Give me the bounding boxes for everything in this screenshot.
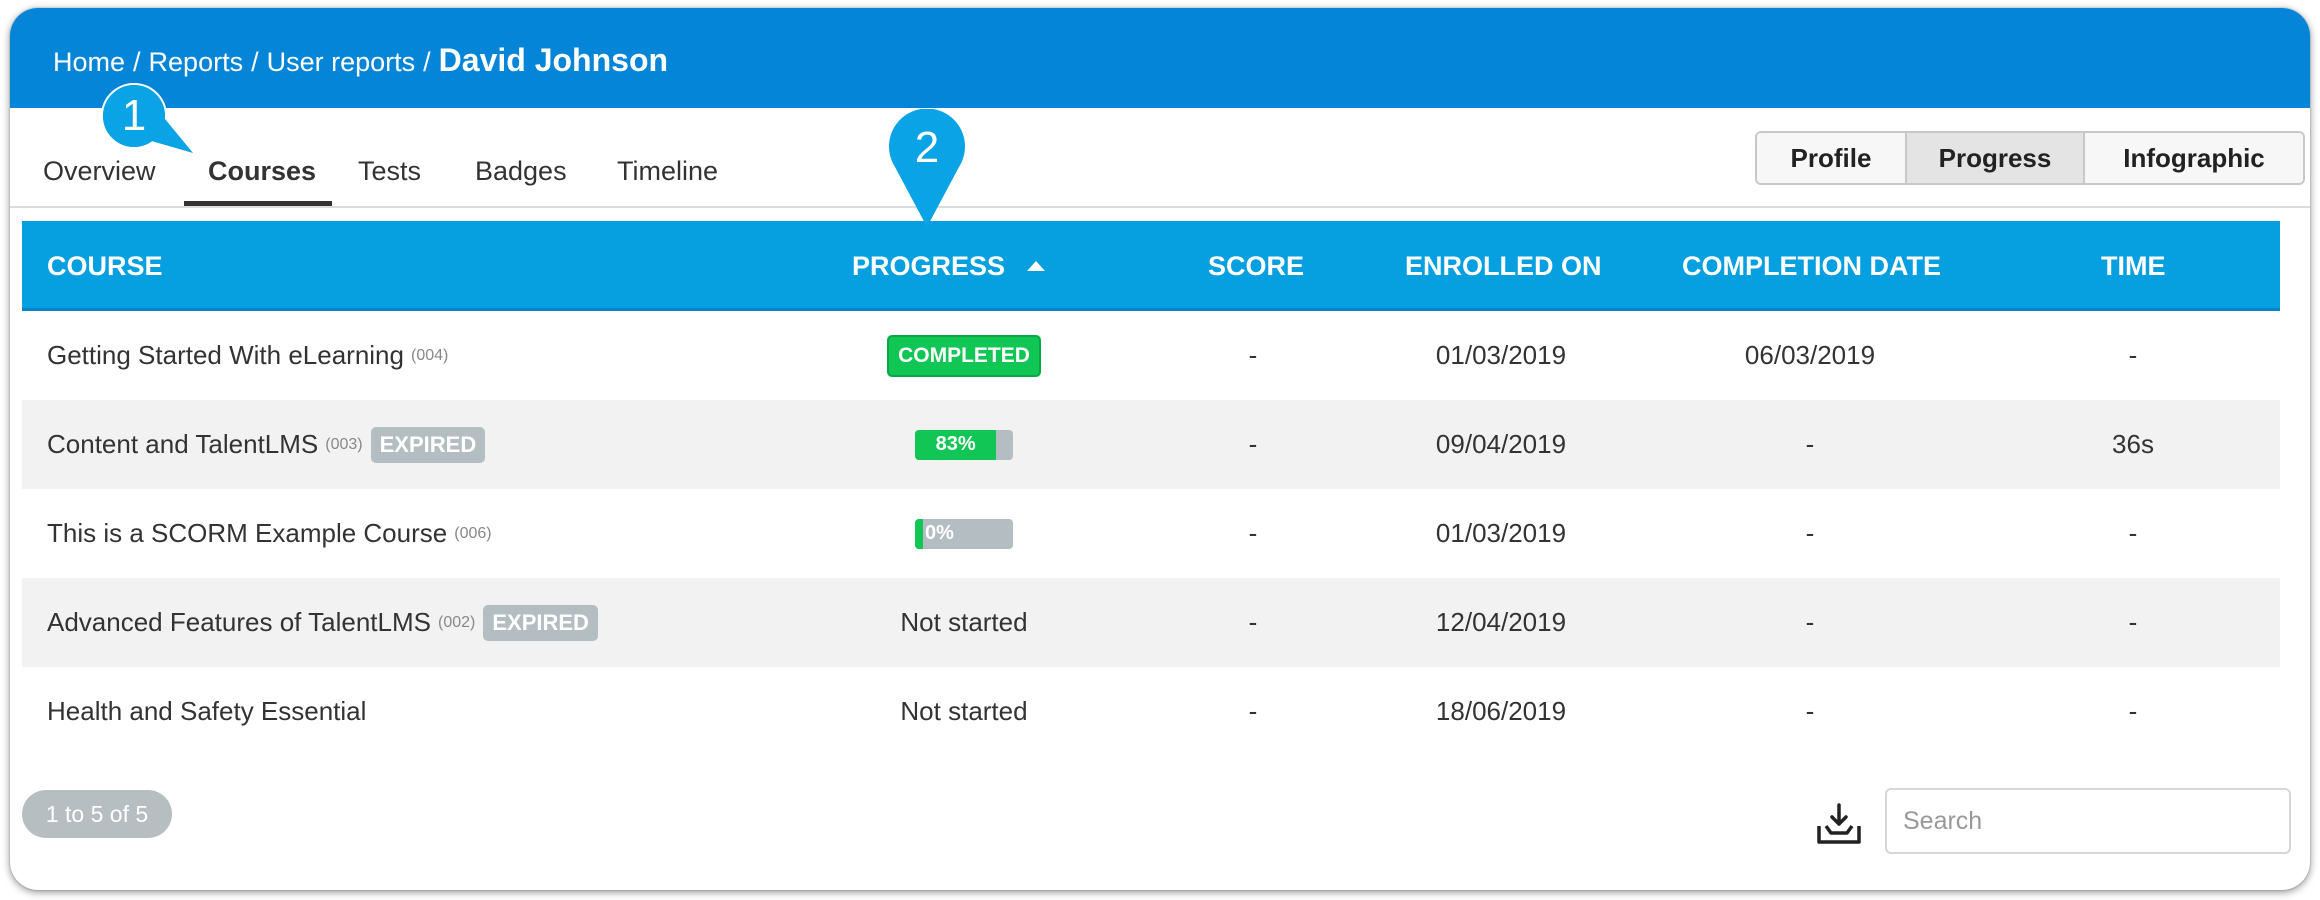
time-cell: - bbox=[2128, 696, 2138, 726]
sort-ascending-icon bbox=[1027, 261, 1046, 271]
tab-divider bbox=[10, 206, 2310, 208]
table-row[interactable]: Content and TalentLMS (003) EXPIRED 83% - 09/… bbox=[22, 400, 2280, 489]
breadcrumb-current-user: David Johnson bbox=[438, 42, 669, 78]
progress-cell: COMPLETED bbox=[844, 311, 1084, 400]
completion-date-cell: - bbox=[1805, 518, 1815, 548]
progress-cell: 0% bbox=[844, 489, 1084, 578]
time-cell: - bbox=[2128, 340, 2138, 370]
tab-overview[interactable]: Overview bbox=[43, 156, 156, 187]
breadcrumb: Home / Reports / User reports / David Jo… bbox=[53, 42, 668, 79]
time-cell: - bbox=[2128, 607, 2138, 637]
enrolled-on-cell: 09/04/2019 bbox=[1435, 429, 1567, 459]
breadcrumb-home[interactable]: Home bbox=[53, 47, 125, 78]
table-row[interactable]: Health and Safety Essential Not started - 1… bbox=[22, 667, 2280, 756]
table-header: COURSE PROGRESS SCORE ENROLLED ON COMPLE… bbox=[22, 221, 2280, 311]
column-header-course[interactable]: COURSE bbox=[47, 221, 163, 311]
column-header-progress[interactable]: PROGRESS bbox=[852, 221, 1046, 311]
enrolled-on-cell: 18/06/2019 bbox=[1435, 696, 1567, 726]
course-cell: Getting Started With eLearning (004) bbox=[47, 311, 448, 400]
expired-badge: EXPIRED bbox=[370, 426, 486, 463]
breadcrumb-separator: / bbox=[423, 47, 431, 77]
column-header-enrolled-on[interactable]: ENROLLED ON bbox=[1405, 221, 1602, 311]
time-cell: - bbox=[2128, 518, 2138, 548]
course-cell: This is a SCORM Example Course (006) bbox=[47, 489, 492, 578]
score-cell: - bbox=[1248, 607, 1258, 637]
breadcrumb-separator: / bbox=[251, 47, 259, 77]
course-name-link[interactable]: Health and Safety Essential bbox=[47, 696, 366, 727]
course-name-link[interactable]: Advanced Features of TalentLMS bbox=[47, 607, 431, 638]
expired-badge: EXPIRED bbox=[483, 604, 598, 641]
breadcrumb-user-reports[interactable]: User reports bbox=[267, 47, 416, 78]
enrolled-on-cell: 01/03/2019 bbox=[1435, 518, 1567, 548]
pagination-info: 1 to 5 of 5 bbox=[22, 790, 172, 838]
progress-status: Not started bbox=[900, 607, 1028, 637]
tab-tests[interactable]: Tests bbox=[358, 156, 421, 187]
course-name-link[interactable]: This is a SCORM Example Course bbox=[47, 518, 447, 549]
completion-date-cell: 06/03/2019 bbox=[1744, 340, 1876, 370]
progress-view-button[interactable]: Progress bbox=[1907, 133, 2085, 183]
callout-number: 1 bbox=[121, 91, 147, 140]
table-row[interactable]: Advanced Features of TalentLMS (002) EXPIR… bbox=[22, 578, 2280, 667]
course-code: (002) bbox=[437, 613, 476, 631]
course-code: (006) bbox=[454, 524, 492, 542]
completion-date-cell: - bbox=[1805, 429, 1815, 459]
course-cell: Advanced Features of TalentLMS (002) EXPIR… bbox=[47, 578, 598, 667]
callout-marker-2: 2 bbox=[887, 109, 967, 229]
enrolled-on-cell: 01/03/2019 bbox=[1435, 340, 1567, 370]
progress-bar: 0% bbox=[915, 518, 1013, 549]
callout-number: 2 bbox=[914, 123, 940, 172]
search-input[interactable] bbox=[1885, 788, 2291, 854]
table-row[interactable]: Getting Started With eLearning (004) COMPL… bbox=[22, 311, 2280, 400]
completion-date-cell: - bbox=[1805, 607, 1815, 637]
progress-cell: 83% bbox=[844, 400, 1084, 489]
infographic-view-button[interactable]: Infographic bbox=[2085, 133, 2303, 183]
completion-date-cell: - bbox=[1805, 696, 1815, 726]
progress-percent: 0% bbox=[925, 522, 954, 544]
view-switch: Profile Progress Infographic bbox=[1755, 131, 2305, 185]
header-bar: Home / Reports / User reports / David Jo… bbox=[10, 8, 2310, 108]
column-header-completion-date[interactable]: COMPLETION DATE bbox=[1682, 221, 1941, 311]
progress-bar: 83% bbox=[915, 429, 1013, 460]
breadcrumb-separator: / bbox=[133, 47, 141, 77]
export-icon[interactable] bbox=[1815, 802, 1863, 846]
time-cell: 36s bbox=[2112, 429, 2154, 459]
progress-cell: Not started bbox=[844, 667, 1084, 756]
course-name-link[interactable]: Getting Started With eLearning bbox=[47, 340, 404, 371]
column-header-time[interactable]: TIME bbox=[2101, 221, 2166, 311]
callout-marker-1: 1 bbox=[97, 82, 193, 160]
progress-cell: Not started bbox=[844, 578, 1084, 667]
tab-timeline[interactable]: Timeline bbox=[617, 156, 718, 187]
score-cell: - bbox=[1248, 696, 1258, 726]
table-body: Getting Started With eLearning (004) COMPL… bbox=[22, 311, 2280, 756]
breadcrumb-reports[interactable]: Reports bbox=[149, 47, 244, 78]
score-cell: - bbox=[1248, 518, 1258, 548]
progress-percent: 83% bbox=[935, 433, 976, 455]
completed-badge: COMPLETED bbox=[887, 334, 1041, 377]
progress-bar-fill bbox=[915, 518, 923, 549]
column-header-score[interactable]: SCORE bbox=[1208, 221, 1304, 311]
course-name-link[interactable]: Content and TalentLMS bbox=[47, 429, 318, 460]
table-row[interactable]: This is a SCORM Example Course (006) 0% - 01… bbox=[22, 489, 2280, 578]
course-code: (003) bbox=[325, 435, 363, 453]
course-cell: Content and TalentLMS (003) EXPIRED bbox=[47, 400, 486, 489]
course-code: (004) bbox=[410, 346, 449, 364]
progress-status: Not started bbox=[900, 696, 1028, 726]
course-cell: Health and Safety Essential bbox=[47, 667, 366, 756]
score-cell: - bbox=[1248, 340, 1258, 370]
profile-view-button[interactable]: Profile bbox=[1757, 133, 1907, 183]
tab-courses[interactable]: Courses bbox=[208, 156, 316, 187]
score-cell: - bbox=[1248, 429, 1258, 459]
tab-badges[interactable]: Badges bbox=[475, 156, 567, 187]
enrolled-on-cell: 12/04/2019 bbox=[1435, 607, 1567, 637]
courses-table: COURSE PROGRESS SCORE ENROLLED ON COMPLE… bbox=[22, 221, 2280, 756]
